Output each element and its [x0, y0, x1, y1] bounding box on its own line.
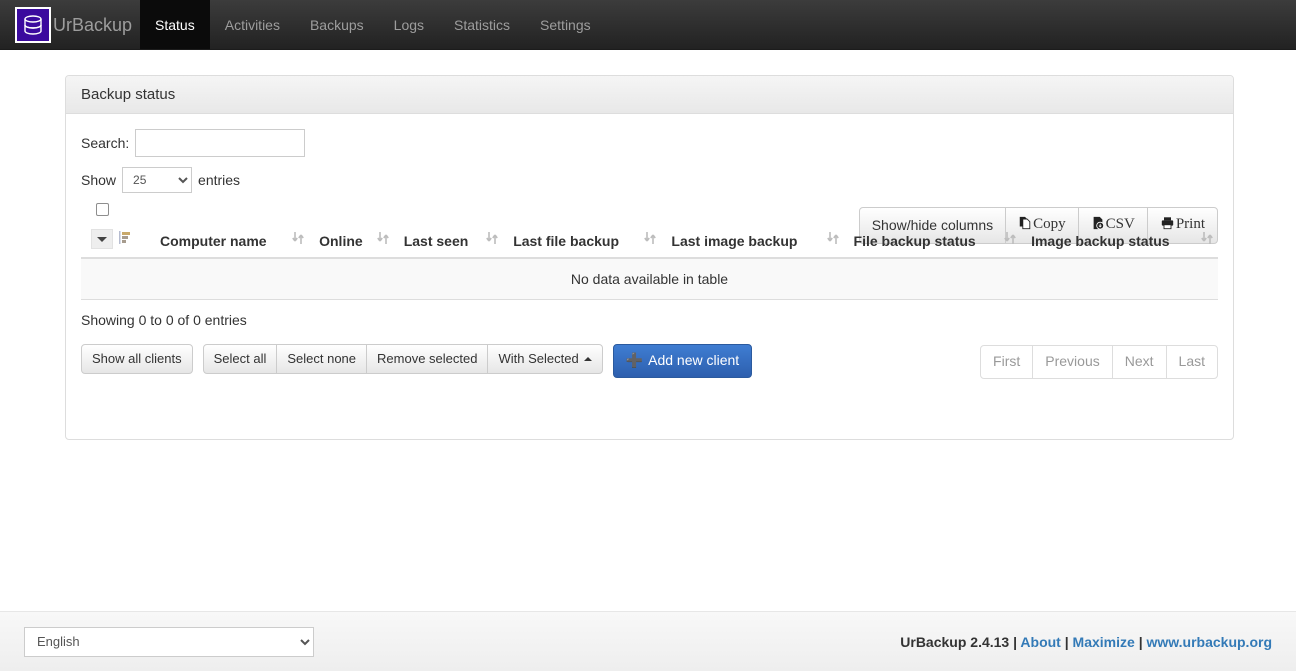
nav-item-status[interactable]: Status	[140, 0, 210, 49]
separator: |	[1064, 633, 1069, 650]
add-new-client-button[interactable]: ➕ Add new client	[612, 344, 753, 378]
sort-both-icon	[486, 231, 499, 248]
sort-both-icon	[1004, 231, 1016, 248]
brand-link[interactable]: UrBackup	[0, 0, 140, 49]
backup-status-panel: Backup status Search: Show 25 50 100 250…	[65, 75, 1234, 440]
table-header-row: Computer name Online Last seen Last file…	[81, 221, 1218, 259]
with-selected-label: With Selected	[498, 351, 579, 366]
search-input[interactable]	[135, 129, 306, 157]
table-body: No data available in table	[81, 258, 1218, 300]
caret-up-icon	[583, 357, 592, 361]
empty-message: No data available in table	[81, 258, 1218, 300]
column-header-image-backup-status[interactable]: Image backup status	[1021, 221, 1218, 259]
sort-both-icon	[826, 231, 839, 248]
column-label: Last seen	[403, 233, 469, 249]
column-label: Image backup status	[1031, 233, 1170, 249]
sort-both-icon	[644, 231, 657, 248]
search-label: Search:	[81, 135, 130, 151]
column-header-last-seen[interactable]: Last seen	[393, 221, 504, 259]
sort-both-icon	[1201, 231, 1213, 248]
chevron-down-icon[interactable]	[91, 229, 113, 249]
sort-both-icon	[292, 231, 304, 248]
column-header-last-image-backup[interactable]: Last image backup	[661, 221, 844, 259]
pagination: First Previous Next Last	[980, 345, 1218, 379]
brand-text: UrBackup	[53, 14, 133, 35]
remove-selected-button[interactable]: Remove selected	[366, 344, 489, 375]
version-text: UrBackup 2.4.13	[900, 633, 1010, 650]
table-row-empty: No data available in table	[81, 258, 1218, 300]
footer-info: UrBackup 2.4.13 | About | Maximize | www…	[900, 634, 1272, 650]
nav-item-activities[interactable]: Activities	[210, 0, 295, 49]
sort-both-icon	[376, 231, 389, 248]
show-label: Show	[81, 172, 117, 188]
separator: |	[1013, 633, 1018, 650]
page-length-select[interactable]: 25 50 100 250 500 All	[122, 167, 193, 193]
table-head: Computer name Online Last seen Last file…	[81, 221, 1218, 259]
plus-icon: ➕	[625, 352, 644, 368]
select-all-checkbox[interactable]	[96, 203, 109, 216]
nav-item-statistics[interactable]: Statistics	[439, 0, 525, 49]
column-label: File backup status	[853, 233, 976, 249]
column-header-computer-name[interactable]: Computer name	[150, 221, 310, 259]
sort-bars-icon	[119, 230, 132, 248]
footer: English Deutsch Français Español Italian…	[0, 611, 1296, 671]
separator: |	[1138, 633, 1143, 650]
pagination-previous[interactable]: Previous	[1032, 345, 1113, 379]
top-navbar: UrBackup Status Activities Backups Logs …	[0, 0, 1296, 50]
select-all-button[interactable]: Select all	[202, 344, 278, 375]
clients-table: Computer name Online Last seen Last file…	[81, 221, 1218, 300]
column-header-file-backup-status[interactable]: File backup status	[843, 221, 1022, 259]
column-label: Computer name	[160, 233, 267, 249]
language-select[interactable]: English Deutsch Français Español Italian…	[24, 626, 314, 657]
panel-body: Search: Show 25 50 100 250 500 All entri…	[66, 114, 1233, 439]
nav-item-settings[interactable]: Settings	[525, 0, 606, 49]
select-none-button[interactable]: Select none	[276, 344, 368, 375]
website-link[interactable]: www.urbackup.org	[1147, 634, 1273, 650]
nav-items: Status Activities Backups Logs Statistic…	[140, 0, 606, 49]
search-row: Search:	[81, 129, 1218, 157]
column-label: Last image backup	[671, 233, 798, 249]
add-new-client-label: Add new client	[648, 352, 740, 368]
database-icon	[15, 6, 51, 43]
column-label: Last file backup	[513, 233, 619, 249]
pagination-last[interactable]: Last	[1165, 345, 1218, 379]
with-selected-dropdown[interactable]: With Selected	[487, 344, 603, 375]
pagination-first[interactable]: First	[980, 345, 1034, 379]
pagination-next[interactable]: Next	[1111, 345, 1167, 379]
column-controls[interactable]	[81, 221, 150, 259]
nav-item-backups[interactable]: Backups	[295, 0, 379, 49]
nav-item-logs[interactable]: Logs	[379, 0, 439, 49]
maximize-link[interactable]: Maximize	[1073, 634, 1135, 650]
panel-title: Backup status	[66, 76, 1233, 114]
about-link[interactable]: About	[1020, 634, 1060, 650]
column-header-online[interactable]: Online	[309, 221, 394, 259]
selection-button-group: Select all Select none Remove selected W…	[202, 344, 603, 375]
column-header-last-file-backup[interactable]: Last file backup	[503, 221, 662, 259]
column-label: Online	[319, 233, 363, 249]
table-info: Showing 0 to 0 of 0 entries	[81, 312, 247, 328]
page-length-row: Show 25 50 100 250 500 All entries	[81, 167, 1218, 193]
show-all-clients-button[interactable]: Show all clients	[81, 344, 193, 375]
entries-label: entries	[198, 172, 241, 188]
